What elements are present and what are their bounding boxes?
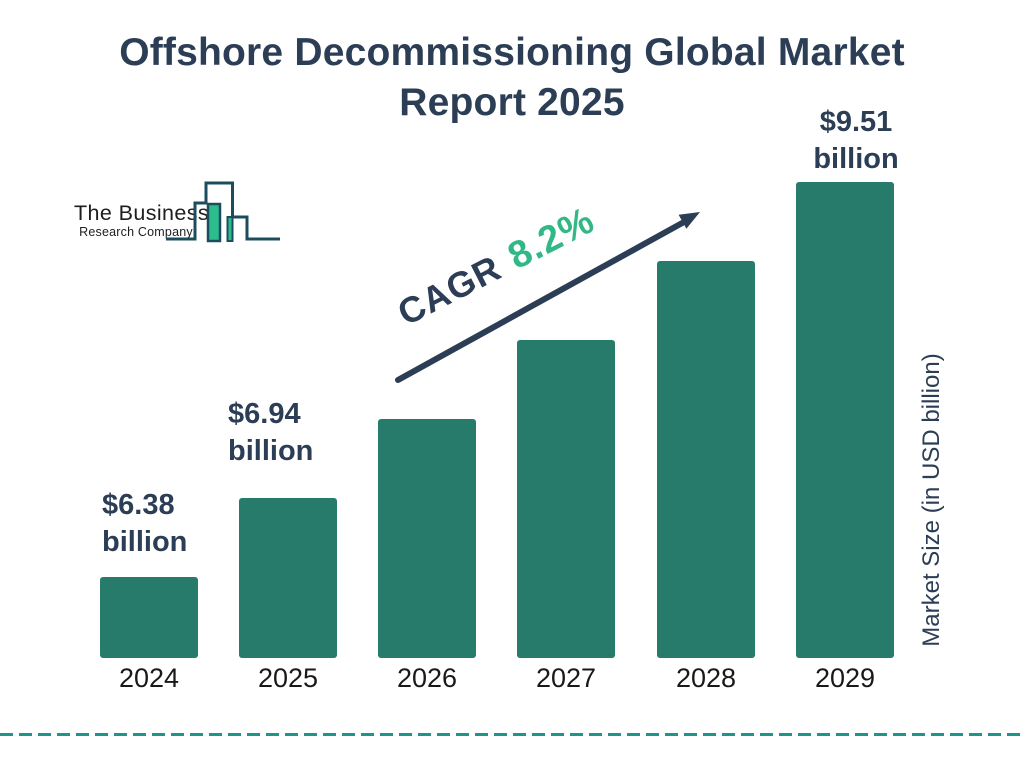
bottom-dashed-divider (0, 733, 1024, 736)
x-tick-2029: 2029 (815, 663, 875, 694)
value-label-2024: $6.38billion (102, 487, 222, 561)
bar-2024 (100, 577, 198, 658)
x-tick-2025: 2025 (258, 663, 318, 694)
x-tick-2026: 2026 (397, 663, 457, 694)
bar-2029 (796, 182, 894, 658)
x-tick-2028: 2028 (676, 663, 736, 694)
y-axis-label: Market Size (in USD billion) (918, 335, 946, 665)
bar-2026 (378, 419, 476, 658)
report-infographic: Offshore Decommissioning Global Market R… (0, 0, 1024, 768)
x-tick-2024: 2024 (119, 663, 179, 694)
value-label-2025: $6.94billion (228, 396, 348, 470)
x-tick-2027: 2027 (536, 663, 596, 694)
value-label-2029: $9.51billion (806, 104, 906, 178)
bar-2025 (239, 498, 337, 658)
